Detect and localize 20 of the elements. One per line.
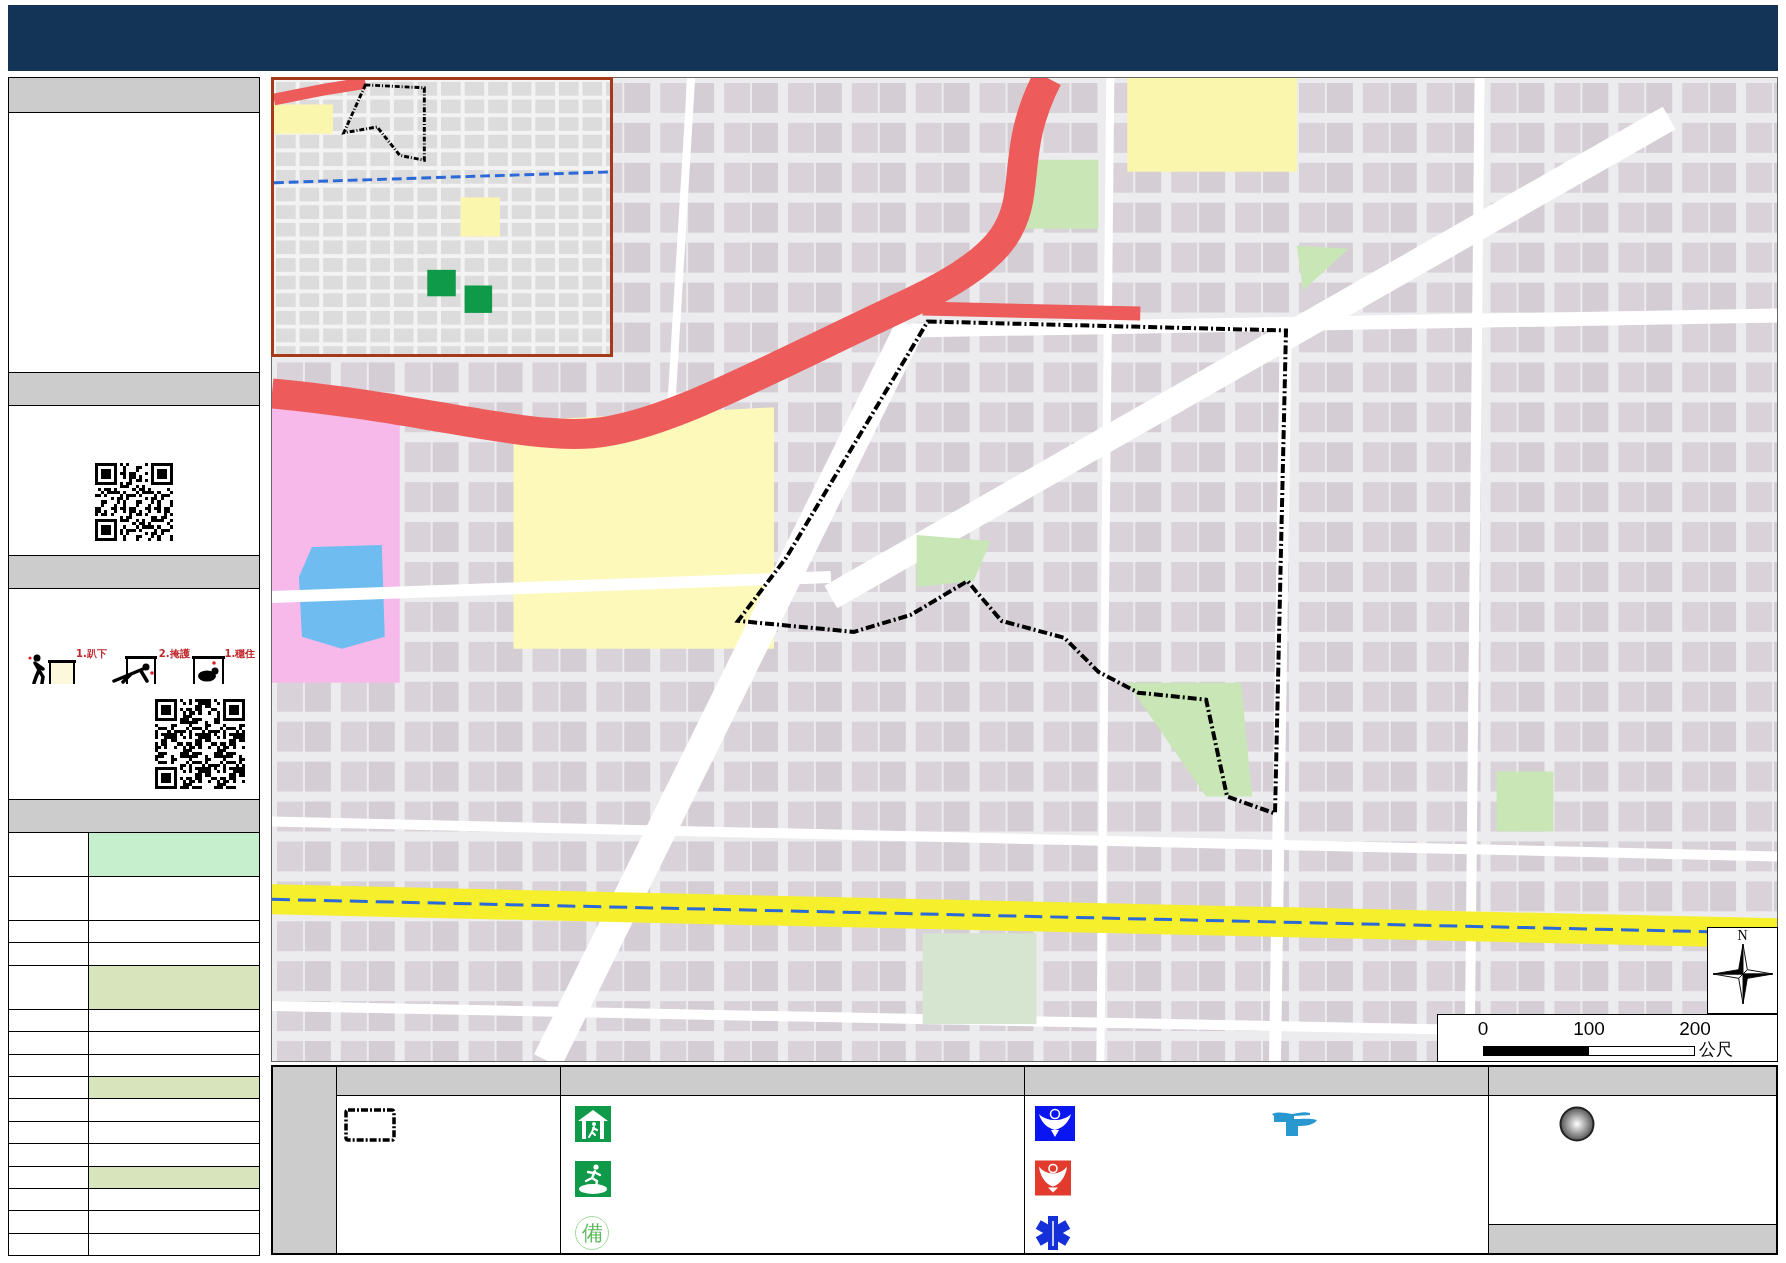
- scale-label: 100: [1573, 1018, 1605, 1040]
- phoenix-emblem-icon: [1035, 1160, 1071, 1196]
- step-label: 2.掩護: [158, 648, 190, 659]
- qr-code-icon: [155, 699, 245, 789]
- unit-label: 公尺: [1699, 1039, 1733, 1059]
- qr-code-icon: [95, 463, 173, 541]
- person-under-table-icon: [191, 654, 225, 684]
- north-label: N: [1737, 928, 1748, 943]
- scale-ruler-icon: [1483, 1046, 1695, 1056]
- running-person-icon: [575, 1161, 611, 1197]
- helicopter-icon: [1270, 1110, 1318, 1136]
- step-label: 1.穩住: [224, 648, 256, 659]
- dotted-boundary-icon: [344, 1108, 396, 1142]
- scale-label: 0: [1477, 1018, 1489, 1040]
- step-label: 1.趴下: [76, 648, 107, 659]
- scale-label: 200: [1679, 1018, 1711, 1040]
- house-exit-icon: [575, 1106, 611, 1142]
- compass-star-icon: [1711, 943, 1774, 1005]
- eagle-emblem-icon: [1035, 1106, 1075, 1141]
- sphere-icon: [1559, 1106, 1595, 1142]
